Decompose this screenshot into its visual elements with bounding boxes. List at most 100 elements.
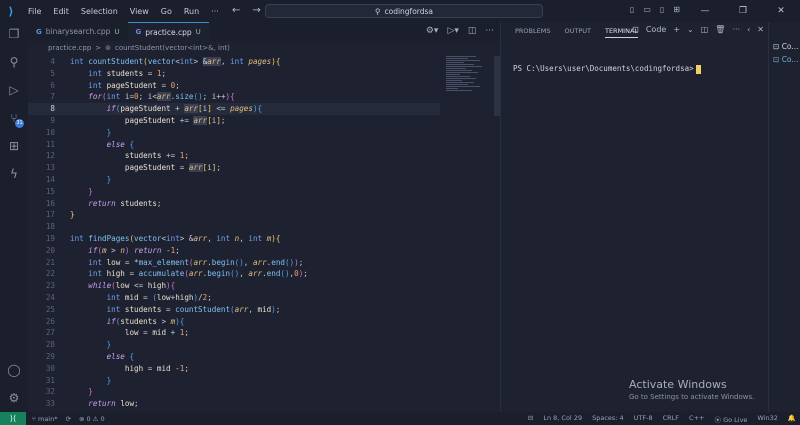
new-terminal-icon[interactable]: +: [673, 25, 680, 34]
code-text: }: [88, 186, 93, 196]
cursor-position[interactable]: Ln 8, Col 29: [543, 414, 582, 424]
toggle-secondary-sidebar-icon[interactable]: ▯: [660, 5, 664, 14]
chevron-down-icon[interactable]: ⌄: [687, 25, 694, 34]
explorer-icon[interactable]: ❐: [0, 24, 28, 44]
code-line[interactable]: 33 return low;: [28, 398, 440, 410]
source-control-icon[interactable]: ⑂ 31: [0, 108, 28, 128]
code-line[interactable]: 9 pageStudent += arr[i];: [28, 115, 440, 127]
tab-practice[interactable]: G practice.cpp U: [127, 22, 209, 41]
tab-binarysearch[interactable]: G binarysearch.cpp U: [28, 22, 128, 41]
code-line[interactable]: 10 }: [28, 127, 440, 139]
code-line[interactable]: 19 int findPages(vector<int> &arr, int n,…: [28, 233, 440, 245]
search-icon[interactable]: ⚲: [0, 52, 28, 72]
code-line[interactable]: 30 high = mid -1;: [28, 363, 440, 375]
code-text: return students;: [88, 198, 162, 208]
code-line[interactable]: 6 int pageStudent = 0;: [28, 80, 440, 92]
chevron-left-icon[interactable]: ‹: [747, 25, 750, 34]
close-button[interactable]: ✕: [762, 0, 800, 22]
sync-icon[interactable]: ⟳: [65, 415, 70, 423]
debug-run-icon[interactable]: ⚙▾: [426, 26, 439, 36]
back-arrow-icon[interactable]: ←: [232, 5, 240, 16]
code-line[interactable]: 22 int high = accumulate(arr.begin(), ar…: [28, 268, 440, 280]
split-terminal-icon[interactable]: ◫: [701, 25, 709, 34]
menu-more[interactable]: ···: [205, 7, 225, 16]
encoding[interactable]: UTF-8: [634, 414, 653, 424]
tab-problems[interactable]: PROBLEMS: [515, 27, 550, 38]
breadcrumb-file[interactable]: practice.cpp: [48, 44, 91, 52]
code-line[interactable]: 11 else {: [28, 139, 440, 151]
run-debug-icon[interactable]: ▷: [0, 80, 28, 100]
code-line[interactable]: 24 int mid = (low+high)/2;: [28, 292, 440, 304]
more-actions-icon[interactable]: ···: [485, 26, 494, 36]
code-line[interactable]: 25 int students = countStudent(arr, mid)…: [28, 304, 440, 316]
code-line[interactable]: 4 int countStudent(vector<int> &arr, int …: [28, 56, 440, 68]
indentation[interactable]: Spaces: 4: [592, 414, 624, 424]
command-center-search[interactable]: ⚲ codingfordsa: [265, 4, 543, 18]
extensions-icon[interactable]: ⊞: [0, 136, 28, 156]
code-line[interactable]: 13 pageStudent = arr[i];: [28, 162, 440, 174]
code-line[interactable]: 17}: [28, 209, 440, 221]
toggle-panel-icon[interactable]: ▭: [643, 5, 651, 14]
go-live-button[interactable]: ⦿ Go Live: [714, 414, 747, 424]
zoom-icon[interactable]: ⊟: [528, 414, 533, 424]
menu-edit[interactable]: Edit: [47, 7, 75, 16]
menu-view[interactable]: View: [124, 7, 155, 16]
git-branch[interactable]: ⑂ main*: [32, 415, 57, 423]
code-line[interactable]: 27 low = mid + 1;: [28, 327, 440, 339]
terminal-instance-2[interactable]: ⊡ Co...: [773, 55, 799, 64]
run-code-icon[interactable]: ▷▾: [447, 26, 458, 36]
customize-layout-icon[interactable]: ⊞: [673, 5, 680, 14]
menu-selection[interactable]: Selection: [75, 7, 124, 16]
line-number: 25: [45, 304, 55, 314]
minimize-button[interactable]: —: [686, 0, 724, 22]
menu-run[interactable]: Run: [178, 7, 205, 16]
language-mode[interactable]: C++: [689, 414, 704, 424]
code-line[interactable]: 32 }: [28, 386, 440, 398]
code-line[interactable]: 15 }: [28, 186, 440, 198]
maximize-button[interactable]: ❐: [724, 0, 762, 22]
platform[interactable]: Win32: [757, 414, 777, 424]
terminal-instance-1[interactable]: ⊡ Co...: [773, 42, 799, 51]
forward-arrow-icon[interactable]: →: [252, 5, 260, 16]
function-symbol-icon: ⊚: [105, 43, 112, 52]
terminal-output[interactable]: PS C:\Users\user\Documents\codingfordsa>: [513, 64, 701, 74]
remote-indicator-icon[interactable]: ⟩⟨: [0, 412, 26, 425]
menu-file[interactable]: File: [22, 7, 47, 16]
menu-go[interactable]: Go: [155, 7, 178, 16]
split-editor-icon[interactable]: ◫: [468, 26, 477, 36]
code-editor[interactable]: 4 int countStudent(vector<int> &arr, int …: [28, 56, 440, 412]
code-text: int mid = (low+high)/2;: [106, 292, 212, 302]
code-line[interactable]: 20 if(m > n) return -1;: [28, 245, 440, 257]
close-panel-icon[interactable]: ✕: [757, 25, 764, 34]
kill-terminal-icon[interactable]: 🗑: [715, 25, 725, 34]
line-number: 16: [45, 198, 55, 208]
problems-count[interactable]: ⊗ 0 ⚠ 0: [79, 415, 105, 423]
code-line[interactable]: 12 students += 1;: [28, 150, 440, 162]
code-line[interactable]: 7 for(int i=0; i<arr.size(); i++){: [28, 91, 440, 103]
code-line-current[interactable]: 8 if(pageStudent + arr[i] <= pages){: [28, 103, 440, 115]
code-line[interactable]: 16 return students;: [28, 198, 440, 210]
notifications-bell-icon[interactable]: 🔔: [788, 414, 796, 424]
panel-more-actions-icon[interactable]: ···: [732, 25, 740, 34]
code-text: low = mid + 1;: [124, 328, 189, 338]
code-line[interactable]: 26 if(students > m){: [28, 316, 440, 328]
settings-gear-icon[interactable]: ⚙: [0, 388, 28, 408]
code-line[interactable]: 31 }: [28, 375, 440, 387]
terminal-shell-label[interactable]: Code: [646, 25, 666, 34]
tab-output[interactable]: OUTPUT: [564, 27, 591, 38]
code-line[interactable]: 28 }: [28, 339, 440, 351]
code-line[interactable]: 18: [28, 221, 440, 233]
code-line[interactable]: 29 else {: [28, 351, 440, 363]
breadcrumb-symbol[interactable]: countStudent(vector<int>&, int): [115, 44, 230, 52]
code-line[interactable]: 5 int students = 1;: [28, 68, 440, 80]
code-line[interactable]: 21 int low = *max_element(arr.begin(), a…: [28, 257, 440, 269]
code-line[interactable]: 14 }: [28, 174, 440, 186]
minimap[interactable]: [446, 56, 490, 116]
thunder-client-icon[interactable]: ϟ: [0, 164, 28, 184]
account-icon[interactable]: ◯: [0, 360, 28, 380]
toggle-sidebar-icon[interactable]: ▯: [630, 5, 634, 14]
end-of-line[interactable]: CRLF: [663, 414, 679, 424]
search-text: codingfordsa: [384, 6, 433, 16]
terminal-cursor: [695, 64, 701, 74]
code-line[interactable]: 23 while(low <= high){: [28, 280, 440, 292]
